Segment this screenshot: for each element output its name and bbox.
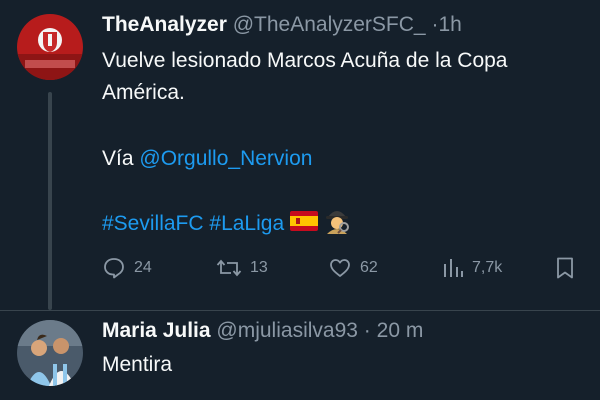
view-count: 7,7k	[472, 259, 503, 276]
bookmark-icon	[557, 257, 573, 279]
like-button[interactable]: 62	[328, 254, 378, 282]
tweet-text: Mentira	[102, 353, 173, 376]
tweet-main[interactable]: TheAnalyzer @TheAnalyzerSFC_ ·1h Vuelve …	[0, 0, 600, 310]
tweet-text-line-2: América.	[102, 81, 185, 104]
reply-icon	[104, 258, 124, 279]
views-button[interactable]: 7,7k	[442, 254, 502, 282]
via-line: Vía @Orgullo_Nervion	[102, 144, 312, 174]
heart-icon	[330, 259, 350, 277]
reply-button[interactable]: 24	[102, 254, 152, 282]
bookmark-button[interactable]	[554, 254, 576, 282]
hashtag-link[interactable]: #LaLiga	[209, 212, 284, 235]
tweet-header: Maria Julia @mjuliasilva93 · 20 m	[102, 318, 423, 344]
via-prefix: Vía	[102, 147, 134, 170]
user-handle[interactable]: @TheAnalyzerSFC_	[233, 13, 426, 36]
mention-link[interactable]: @Orgullo_Nervion	[139, 147, 312, 170]
avatar[interactable]	[17, 320, 83, 386]
tweet-text-line-1: Vuelve lesionado Marcos Acuña de la Copa	[102, 49, 508, 72]
retweet-button[interactable]: 13	[216, 254, 268, 282]
reply-count: 24	[134, 259, 152, 276]
retweet-icon	[216, 259, 242, 277]
separator-dot: ·	[363, 319, 371, 342]
spain-flag-icon	[289, 210, 318, 240]
tweet-actions-bar: 24 13 62 7,7k	[102, 254, 582, 282]
user-handle[interactable]: @mjuliasilva93	[216, 319, 358, 342]
like-count: 62	[360, 259, 378, 276]
detective-icon	[324, 206, 350, 243]
display-name[interactable]: Maria Julia	[102, 319, 211, 342]
timestamp[interactable]: 20 m	[377, 319, 424, 342]
analytics-icon	[444, 259, 463, 277]
avatar[interactable]	[17, 14, 83, 80]
tweet-header: TheAnalyzer @TheAnalyzerSFC_ ·1h	[102, 12, 462, 38]
divider	[0, 310, 600, 311]
timestamp[interactable]: 1h	[438, 13, 461, 36]
retweet-count: 13	[250, 259, 268, 276]
display-name[interactable]: TheAnalyzer	[102, 13, 227, 36]
hashtag-link[interactable]: #SevillaFC	[102, 212, 204, 235]
tweet-reply[interactable]: Maria Julia @mjuliasilva93 · 20 m Mentir…	[0, 310, 600, 400]
thread-connector-line	[48, 92, 52, 310]
hashtags-line: #SevillaFC #LaLiga	[102, 206, 350, 243]
